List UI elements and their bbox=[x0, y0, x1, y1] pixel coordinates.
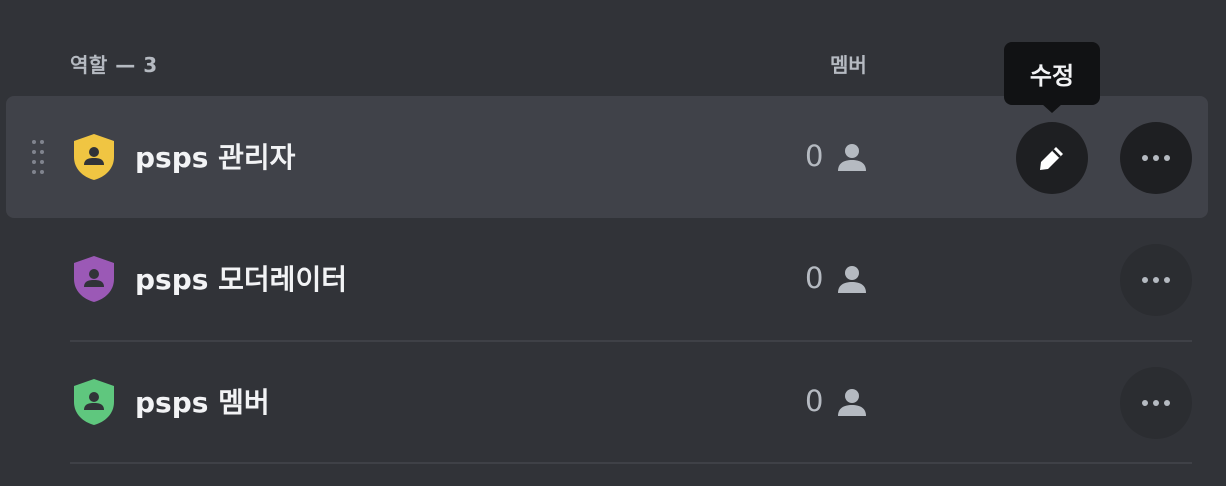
role-name: psps 모더레이터 bbox=[135, 263, 347, 296]
members-column-heading: 멤버 bbox=[830, 53, 867, 77]
role-name: psps 관리자 bbox=[135, 141, 296, 174]
row-divider bbox=[70, 462, 1192, 464]
edit-tooltip: 수정 bbox=[1004, 42, 1100, 113]
more-options-button[interactable] bbox=[1120, 367, 1192, 439]
more-options-button[interactable] bbox=[1120, 122, 1192, 194]
drag-handle-icon[interactable] bbox=[26, 140, 50, 174]
roles-count-heading: 역할 — 3 bbox=[70, 53, 158, 77]
member-count: 0 bbox=[805, 139, 824, 173]
person-icon bbox=[838, 389, 866, 416]
more-horizontal-icon bbox=[1142, 400, 1170, 406]
shield-user-icon bbox=[74, 379, 114, 425]
member-count: 0 bbox=[805, 384, 824, 418]
person-icon bbox=[838, 144, 866, 171]
more-horizontal-icon bbox=[1142, 277, 1170, 283]
more-options-button[interactable] bbox=[1120, 244, 1192, 316]
pencil-icon bbox=[1040, 147, 1063, 170]
role-row[interactable]: psps 관리자 0 bbox=[6, 96, 1208, 218]
role-row[interactable]: psps 멤버 0 bbox=[6, 341, 1208, 463]
edit-role-button[interactable] bbox=[1016, 122, 1088, 194]
shield-user-icon bbox=[74, 256, 114, 302]
more-horizontal-icon bbox=[1142, 155, 1170, 161]
shield-user-icon bbox=[74, 134, 114, 180]
member-count: 0 bbox=[805, 261, 824, 295]
role-name: psps 멤버 bbox=[135, 386, 270, 419]
role-row[interactable]: psps 모더레이터 0 bbox=[6, 218, 1208, 340]
person-icon bbox=[838, 266, 866, 293]
